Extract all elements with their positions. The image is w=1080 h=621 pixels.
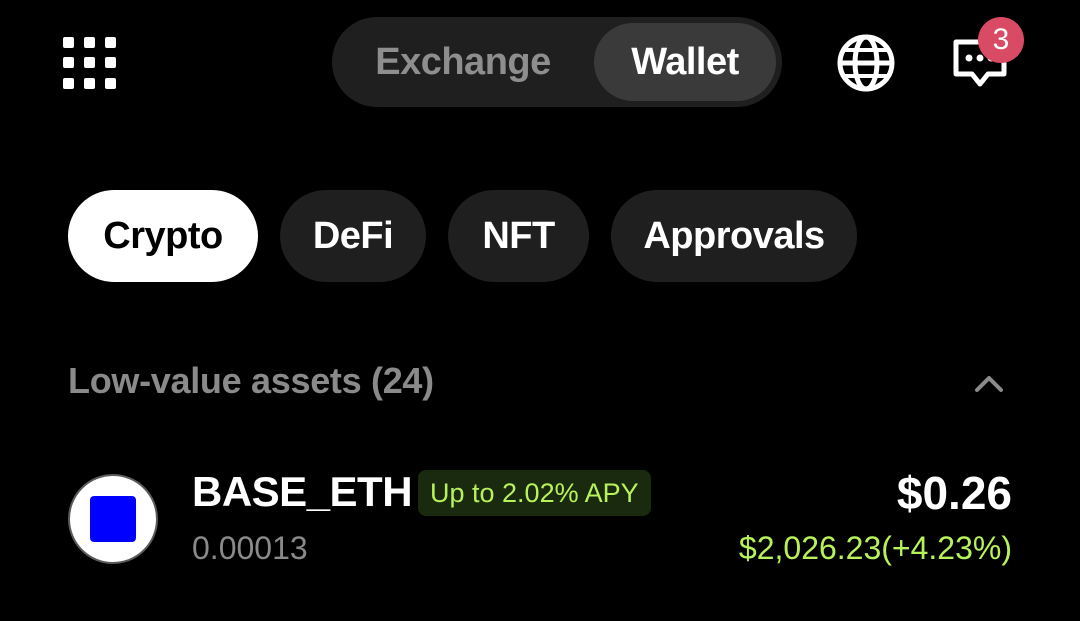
asset-value: $0.26: [896, 467, 1012, 519]
exchange-wallet-switch: Exchange Wallet: [332, 17, 782, 107]
filter-chip-approvals[interactable]: Approvals: [611, 190, 857, 282]
wallet-screen: Exchange Wallet 3 Crypto DeFi NFT Approv…: [0, 0, 1080, 621]
notification-badge: 3: [978, 17, 1024, 63]
asset-price-change: $2,026.23(+4.23%): [738, 530, 1012, 566]
tab-exchange[interactable]: Exchange: [338, 23, 588, 101]
low-value-assets-header[interactable]: Low-value assets (24): [68, 360, 434, 402]
filter-chip-crypto[interactable]: Crypto: [68, 190, 258, 282]
asset-name: BASE_ETH: [192, 468, 413, 515]
globe-icon[interactable]: [836, 33, 896, 93]
asset-quantity: 0.00013: [192, 530, 308, 566]
filter-chip-defi[interactable]: DeFi: [280, 190, 426, 282]
chevron-up-icon[interactable]: [972, 368, 1006, 398]
tab-wallet[interactable]: Wallet: [594, 23, 776, 101]
apy-badge[interactable]: Up to 2.02% APY: [418, 470, 651, 516]
filter-chip-nft[interactable]: NFT: [448, 190, 589, 282]
grid-menu-icon[interactable]: [63, 37, 117, 89]
base-eth-logo-icon: [68, 474, 158, 564]
